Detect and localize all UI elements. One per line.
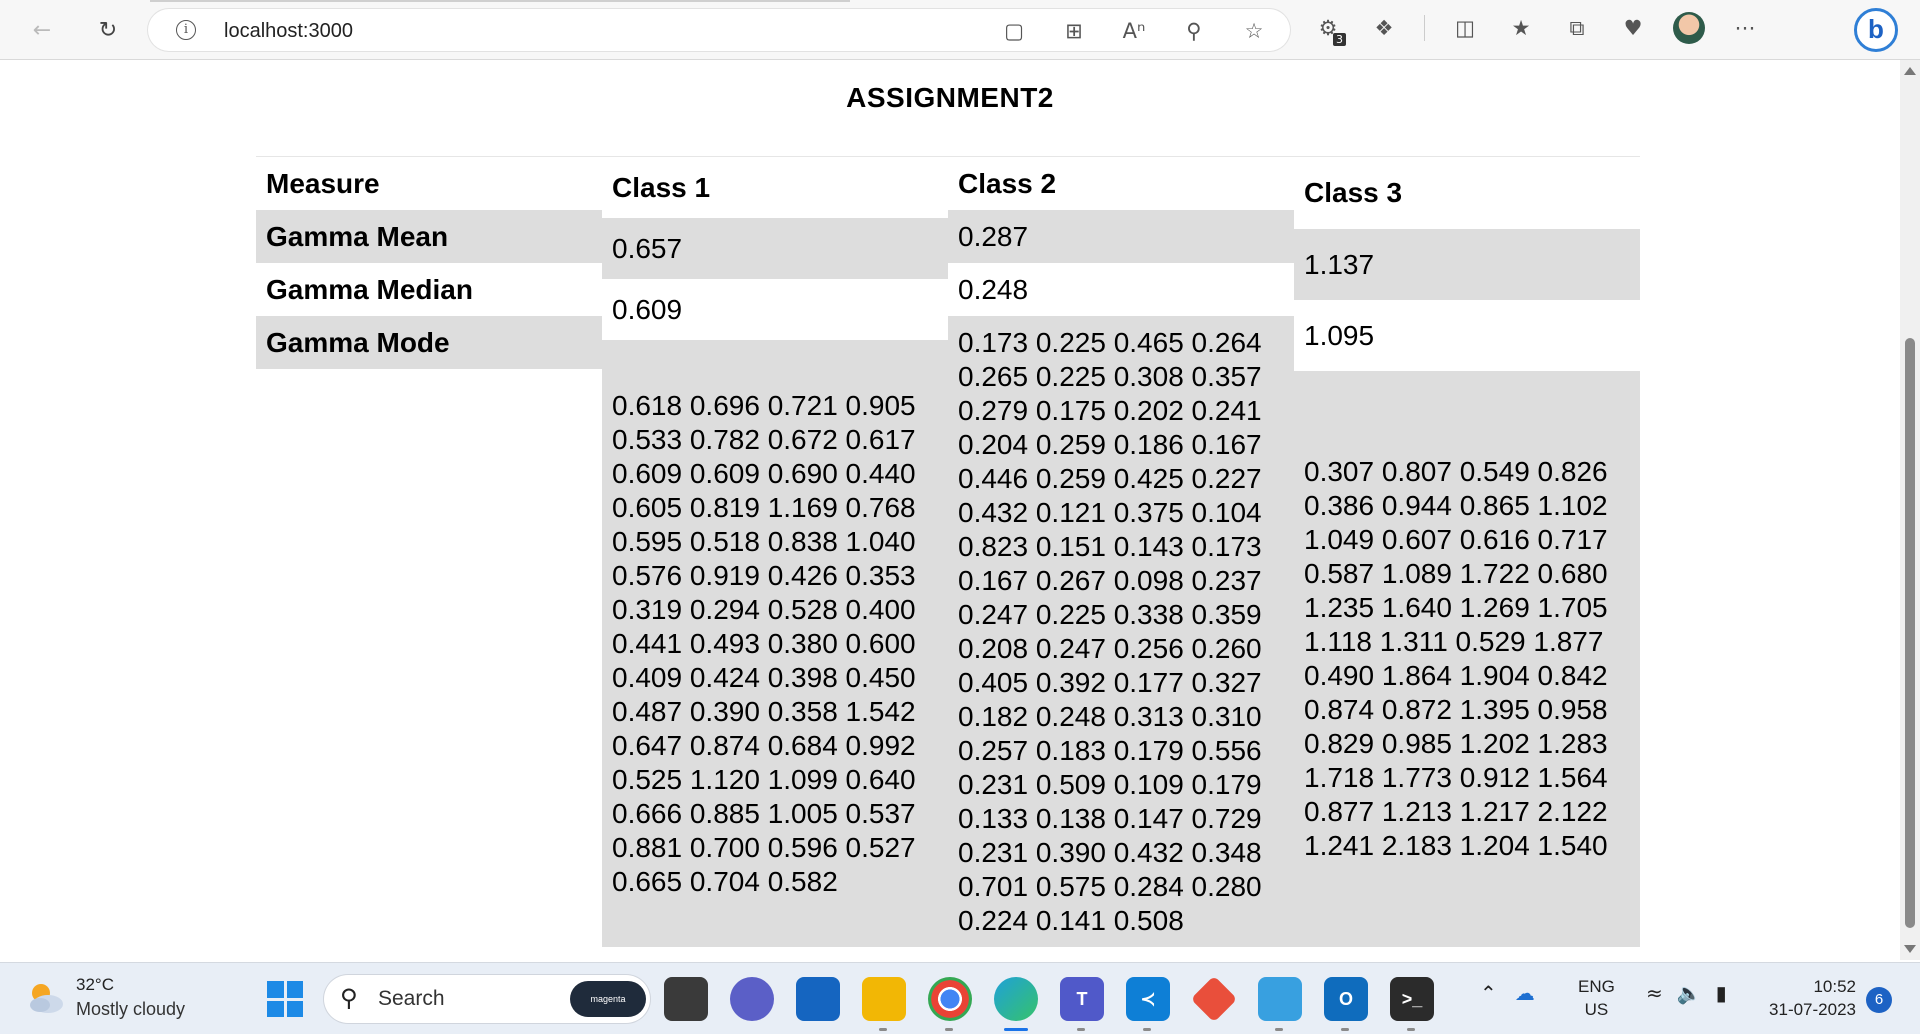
outlook-icon[interactable]: O xyxy=(1324,977,1368,1031)
tab-strip-edge xyxy=(150,0,850,2)
extension-badge-icon[interactable]: ⚙ 3 xyxy=(1312,12,1346,46)
class-3-median: 1.095 xyxy=(1294,300,1640,371)
toolbar-divider xyxy=(1424,15,1425,41)
notepad-icon[interactable] xyxy=(1258,977,1302,1031)
class-2-mode: 0.173 0.225 0.465 0.264 0.265 0.225 0.30… xyxy=(948,316,1294,947)
app-available-icon[interactable]: ⊞ xyxy=(1058,15,1090,47)
address-bar[interactable]: i localhost:3000 ▢ ⊞ Aⁿ ⚲ ☆ xyxy=(148,9,1290,51)
language-region: US xyxy=(1584,1000,1609,1019)
cloudy-weather-icon[interactable] xyxy=(26,981,66,1015)
volume-icon[interactable]: 🔈 xyxy=(1677,981,1702,1005)
class-3-mode: 0.307 0.807 0.549 0.826 0.386 0.944 0.86… xyxy=(1294,371,1640,947)
clock-time: 10:52 xyxy=(1813,977,1856,996)
vscode-icon[interactable]: ≺ xyxy=(1126,977,1170,1031)
bing-copilot-icon[interactable]: b xyxy=(1854,8,1898,52)
measure-row-mode: Gamma Mode xyxy=(256,316,602,369)
search-highlight-pill[interactable]: magenta xyxy=(570,981,646,1017)
onedrive-cloud-icon[interactable]: ☁ xyxy=(1515,981,1535,1005)
measure-row-median: Gamma Median xyxy=(256,263,602,316)
windows-taskbar: 32°C Mostly cloudy ⚲ Search magenta T ≺ … xyxy=(0,962,1920,1034)
class-1-header: Class 1 xyxy=(602,157,948,218)
class-2-mean: 0.287 xyxy=(948,210,1294,263)
back-arrow-icon[interactable]: ← xyxy=(24,12,60,48)
weather-description[interactable]: Mostly cloudy xyxy=(76,999,185,1020)
measure-header: Measure xyxy=(256,157,602,210)
task-view-icon[interactable] xyxy=(664,977,708,1021)
battery-icon[interactable]: ▮ xyxy=(1716,981,1727,1005)
profile-avatar[interactable] xyxy=(1673,12,1705,44)
chrome-icon[interactable] xyxy=(928,977,972,1031)
class-1-column: Class 1 0.657 0.609 0.618 0.696 0.721 0.… xyxy=(602,156,948,947)
git-icon[interactable] xyxy=(1190,975,1238,1023)
extension-count-badge: 3 xyxy=(1333,33,1346,46)
class-2-column: Class 2 0.287 0.248 0.173 0.225 0.465 0.… xyxy=(948,156,1294,947)
read-aloud-icon[interactable]: Aⁿ xyxy=(1118,15,1150,47)
class-1-mode: 0.618 0.696 0.721 0.905 0.533 0.782 0.67… xyxy=(602,340,948,947)
page-scrollbar[interactable] xyxy=(1900,60,1920,960)
class-3-mean: 1.137 xyxy=(1294,229,1640,300)
chat-icon[interactable] xyxy=(730,977,774,1021)
tab-collections-icon[interactable]: ▢ xyxy=(998,15,1030,47)
class-1-median: 0.609 xyxy=(602,279,948,340)
favorite-star-icon[interactable]: ☆ xyxy=(1238,15,1270,47)
taskbar-search[interactable]: ⚲ Search magenta xyxy=(324,975,650,1023)
class-1-mean: 0.657 xyxy=(602,218,948,279)
terminal-icon[interactable]: >_ xyxy=(1390,977,1434,1031)
taskbar-clock[interactable]: 10:52 31-07-2023 xyxy=(1760,975,1856,1021)
class-2-median: 0.248 xyxy=(948,263,1294,316)
split-screen-icon[interactable]: ◫ xyxy=(1449,12,1481,44)
scroll-up-arrow-icon[interactable] xyxy=(1904,67,1916,75)
language-code: ENG xyxy=(1578,977,1615,996)
clock-date: 31-07-2023 xyxy=(1769,1000,1856,1019)
class-3-column: Class 3 1.137 1.095 0.307 0.807 0.549 0.… xyxy=(1294,156,1640,947)
scroll-thumb[interactable] xyxy=(1905,338,1915,928)
class-3-header: Class 3 xyxy=(1294,157,1640,229)
windows-start-icon[interactable] xyxy=(267,981,303,1017)
input-language[interactable]: ENG US xyxy=(1578,975,1615,1021)
measure-column: Measure Gamma Mean Gamma Median Gamma Mo… xyxy=(256,156,602,369)
edge-icon[interactable] xyxy=(994,977,1038,1031)
url-text[interactable]: localhost:3000 xyxy=(224,20,353,43)
class-2-header: Class 2 xyxy=(948,157,1294,210)
file-explorer-icon[interactable] xyxy=(862,977,906,1031)
collections-icon[interactable]: ⧉ xyxy=(1561,12,1593,44)
page-title: ASSIGNMENT2 xyxy=(846,82,1054,113)
extensions-puzzle-icon[interactable]: ❖ xyxy=(1368,12,1400,44)
refresh-icon[interactable]: ↻ xyxy=(90,12,126,48)
browser-essentials-icon[interactable]: ♥ xyxy=(1617,12,1649,44)
favorites-list-icon[interactable]: ★ xyxy=(1505,12,1537,44)
page-viewport: ASSIGNMENT2 Measure Gamma Mean Gamma Med… xyxy=(0,60,1900,960)
site-info-icon[interactable]: i xyxy=(176,20,196,40)
teams-icon[interactable]: T xyxy=(1060,977,1104,1031)
more-menu-icon[interactable]: ⋯ xyxy=(1729,12,1761,44)
browser-toolbar: ← ↻ i localhost:3000 ▢ ⊞ Aⁿ ⚲ ☆ ⚙ 3 ❖ ◫ … xyxy=(0,0,1920,60)
notification-count-badge[interactable]: 6 xyxy=(1866,987,1892,1013)
microsoft-store-icon[interactable] xyxy=(796,977,840,1021)
scroll-down-arrow-icon[interactable] xyxy=(1904,945,1916,953)
search-icon: ⚲ xyxy=(340,984,358,1012)
measure-row-mean: Gamma Mean xyxy=(256,210,602,263)
search-placeholder: Search xyxy=(378,987,445,1010)
wifi-icon[interactable]: ≈ xyxy=(1646,981,1663,1005)
show-hidden-icons-chevron-icon[interactable]: ⌃ xyxy=(1480,981,1497,1005)
weather-temperature[interactable]: 32°C xyxy=(76,975,114,995)
zoom-out-icon[interactable]: ⚲ xyxy=(1178,15,1210,47)
